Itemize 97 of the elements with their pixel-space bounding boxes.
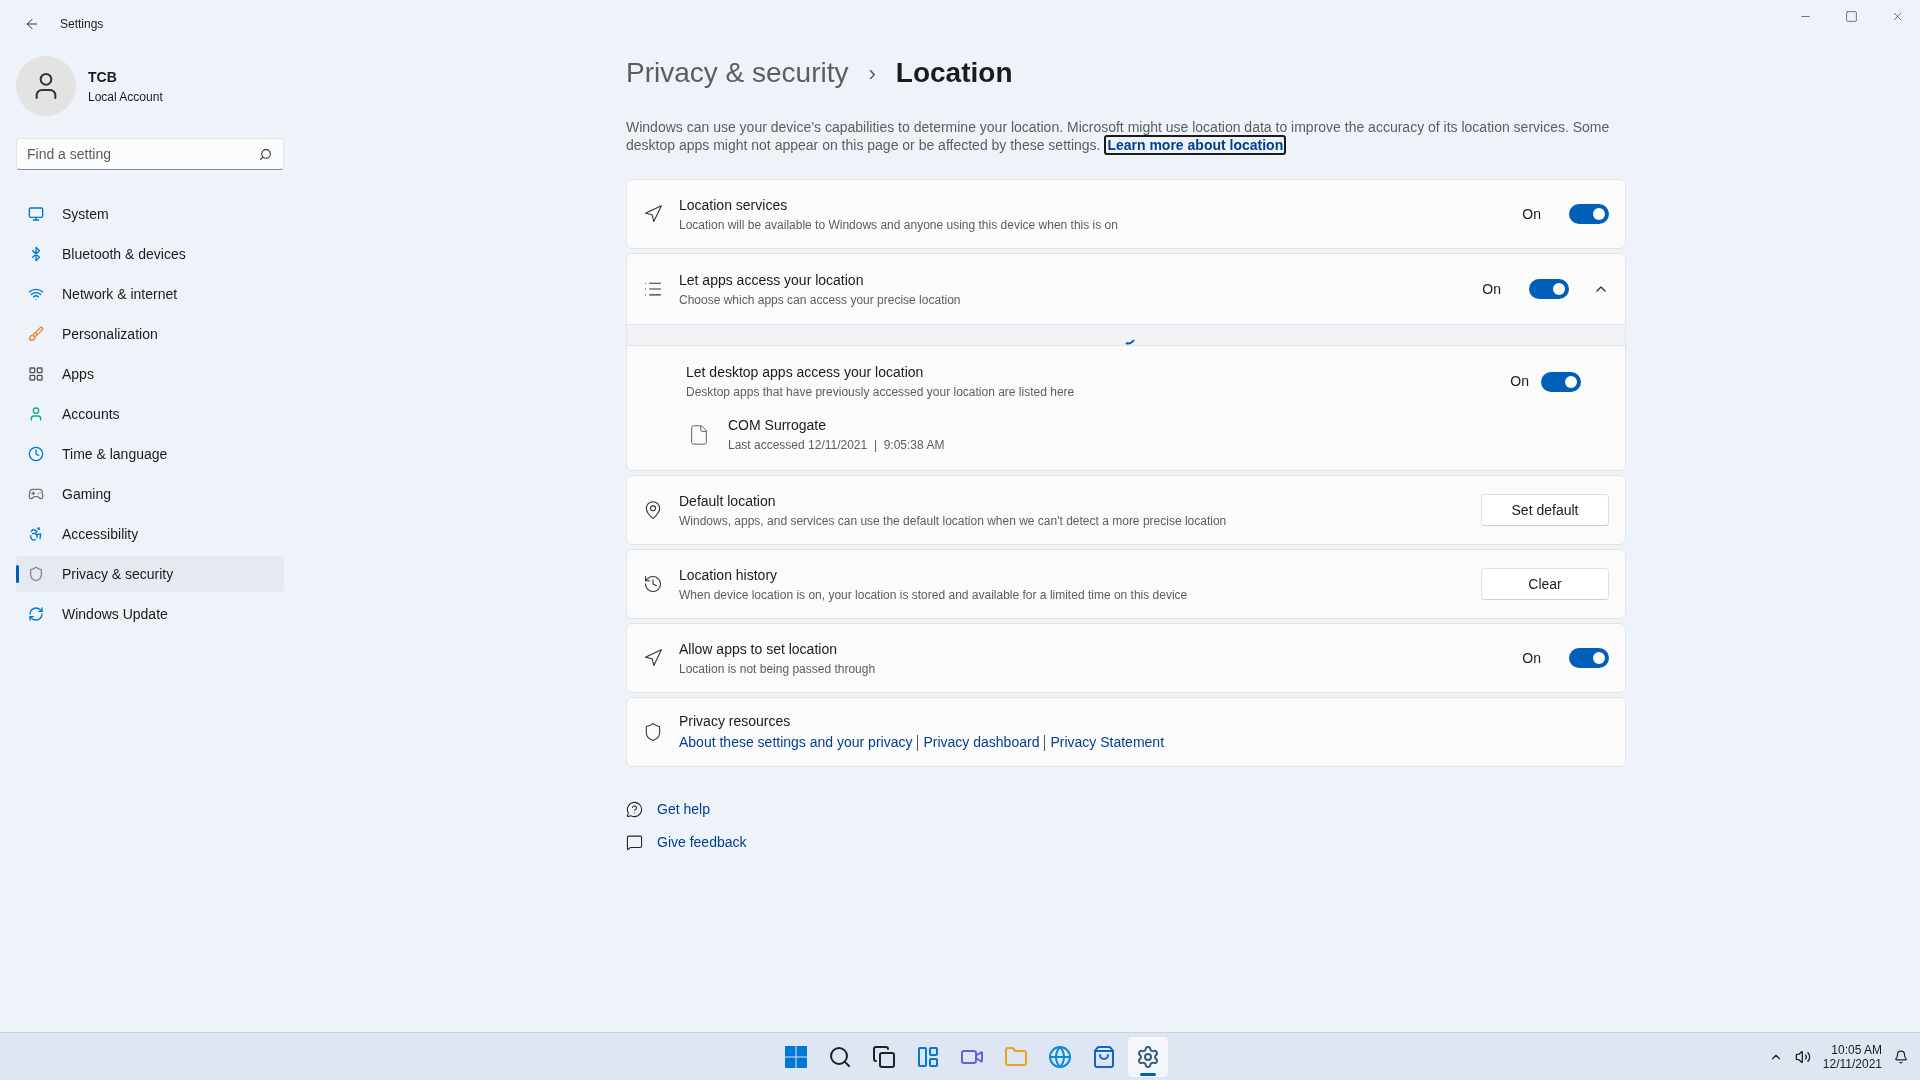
- notification-icon[interactable]: [1894, 1049, 1908, 1064]
- browser-icon: [1048, 1044, 1072, 1069]
- action-button[interactable]: Set default: [1481, 494, 1609, 526]
- privacy-link[interactable]: Privacy Statement: [1050, 732, 1165, 753]
- sidebar-item[interactable]: Windows Update: [16, 596, 284, 632]
- folder-icon: [1004, 1044, 1028, 1069]
- sidebar-label: Time & language: [62, 444, 168, 464]
- toggle-switch[interactable]: [1529, 279, 1569, 299]
- toggle-state: On: [1522, 204, 1541, 224]
- history-icon: [643, 574, 663, 594]
- clock-date: 12/11/2021: [1822, 1056, 1882, 1071]
- account-name: TCB: [88, 67, 118, 87]
- sidebar-label: Network & internet: [62, 284, 178, 304]
- help-icon: [626, 801, 643, 818]
- privacy-link[interactable]: About these settings and your privacy: [679, 732, 913, 753]
- sidebar-item[interactable]: Network & internet: [16, 276, 284, 312]
- sidebar-label: Bluetooth & devices: [62, 244, 186, 264]
- setting-title: Allow apps to set location: [679, 639, 838, 659]
- sidebar-item[interactable]: Accounts: [16, 396, 284, 432]
- account-type: Local Account: [88, 88, 163, 106]
- store-icon: [1092, 1044, 1116, 1069]
- shield-icon: [28, 566, 44, 582]
- action-button[interactable]: Clear: [1481, 568, 1609, 600]
- gamepad-icon: [28, 486, 44, 502]
- setting-description: Choose which apps can access your precise location: [679, 291, 962, 309]
- breadcrumb-separator: ›: [868, 59, 876, 88]
- search-icon: [828, 1044, 852, 1069]
- help-link[interactable]: Give feedback: [657, 832, 747, 853]
- feedback-icon: [626, 834, 643, 851]
- toggle-switch[interactable]: [1569, 648, 1609, 668]
- sidebar-item[interactable]: Time & language: [16, 436, 284, 472]
- page-description: Windows can use your device’s capabilities to determine your location. Microsoft might use location data to improve the accuracy of its location services. Some desktop apps might not appear on this page or be affected by these settings. Learn more about location: [626, 118, 1611, 154]
- sidebar-label: Windows Update: [62, 604, 168, 624]
- breadcrumb-parent[interactable]: Privacy & security: [626, 52, 849, 94]
- sidebar-item[interactable]: Gaming: [16, 476, 284, 512]
- setting-title: Location history: [679, 565, 779, 585]
- page-title: Location: [895, 56, 1013, 90]
- volume-icon[interactable]: [1794, 1048, 1811, 1065]
- accessibility-icon: [28, 526, 44, 542]
- selection-indicator: [16, 565, 19, 583]
- setting-title: Default location: [679, 491, 777, 511]
- setting-title: Let desktop apps access your location: [686, 363, 925, 382]
- toggle-state: On: [1522, 648, 1541, 668]
- setting-description: Windows, apps, and services can use the default location when we can't detect a more precise location: [679, 512, 1228, 530]
- sidebar-label: Privacy & security: [62, 564, 174, 584]
- file-icon: [688, 423, 710, 446]
- learn-more-link[interactable]: Learn more about location: [1104, 135, 1287, 155]
- settings-icon: [1136, 1044, 1160, 1069]
- taskbar-app[interactable]: [1128, 1036, 1168, 1077]
- sidebar-item[interactable]: System: [16, 196, 284, 232]
- search-field[interactable]: Find a setting: [16, 138, 284, 170]
- loading-spinner-icon: [1125, 339, 1135, 345]
- windows-logo-icon: [785, 1045, 807, 1068]
- setting-description: Desktop apps that have previously accessed your location are listed here: [686, 384, 1076, 401]
- setting-title: Location services: [679, 195, 789, 215]
- sidebar-item[interactable]: Privacy & security: [16, 556, 284, 592]
- toggle-state: On: [1510, 372, 1529, 391]
- navigation-arrow-icon: [643, 204, 663, 224]
- app-name: COM Surrogate: [728, 416, 828, 435]
- pin-icon: [643, 500, 663, 520]
- maximize-icon[interactable]: [1844, 9, 1858, 23]
- brush-icon: [28, 326, 44, 342]
- monitor-icon: [28, 206, 44, 222]
- sidebar-label: Accounts: [62, 404, 120, 424]
- setting-title: Let apps access your location: [679, 270, 865, 290]
- sidebar-item[interactable]: Apps: [16, 356, 284, 392]
- clock-icon: [28, 446, 44, 462]
- search-icon: [259, 148, 272, 161]
- help-link[interactable]: Get help: [657, 799, 710, 820]
- shield-icon: [643, 722, 663, 742]
- navigation-arrow-icon: [643, 648, 663, 668]
- sidebar-item[interactable]: Personalization: [16, 316, 284, 352]
- app-last-accessed: Last accessed 12/11/2021 | 9:05:38 AM: [728, 437, 945, 454]
- widgets-icon: [916, 1044, 940, 1069]
- clock-time: 10:05 AM: [1831, 1042, 1882, 1057]
- task-view-icon: [872, 1044, 896, 1069]
- toggle-switch[interactable]: [1569, 204, 1609, 224]
- active-indicator: [1140, 1072, 1156, 1076]
- sidebar-label: Apps: [62, 364, 94, 384]
- setting-title: Privacy resources: [679, 712, 792, 731]
- window-title: Settings: [60, 16, 104, 33]
- toggle-state: On: [1482, 279, 1501, 299]
- update-icon: [28, 606, 44, 622]
- setting-description: Location is not being passed through: [679, 660, 877, 678]
- sidebar-label: Gaming: [62, 484, 112, 504]
- setting-description: Location will be available to Windows and anyone using this device when this is on: [679, 216, 1119, 234]
- toggle-switch[interactable]: [1541, 371, 1581, 392]
- apps-grid-icon: [28, 366, 44, 382]
- privacy-link[interactable]: Privacy dashboard: [923, 732, 1040, 753]
- person-icon: [28, 406, 44, 422]
- sidebar-item[interactable]: Bluetooth & devices: [16, 236, 284, 272]
- sidebar-label: System: [62, 204, 109, 224]
- sidebar-label: Accessibility: [62, 524, 139, 544]
- wifi-icon: [28, 286, 44, 302]
- sidebar-label: Personalization: [62, 324, 158, 344]
- setting-description: When device location is on, your location is stored and available for a limited time on this device: [679, 586, 1189, 604]
- sidebar-item[interactable]: Accessibility: [16, 516, 284, 552]
